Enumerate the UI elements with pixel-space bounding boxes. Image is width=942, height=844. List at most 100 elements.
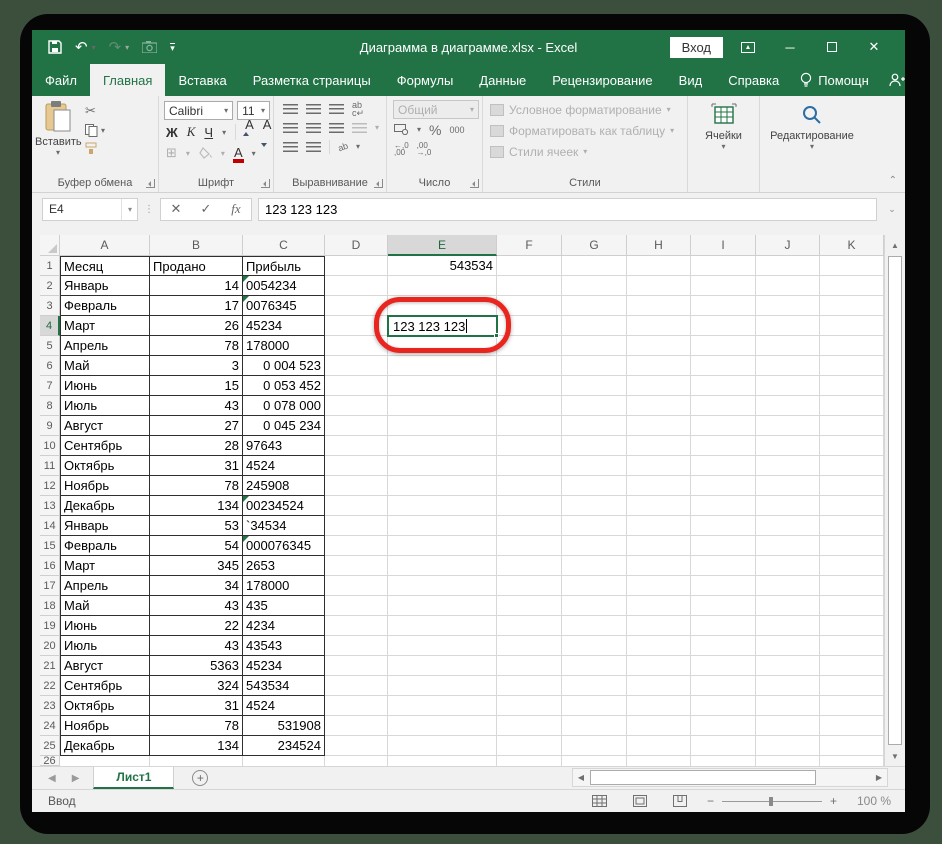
cell-H5[interactable] <box>627 336 691 356</box>
select-all-button[interactable] <box>40 235 60 256</box>
cell-C25[interactable]: 234524 <box>243 736 325 756</box>
bold-button[interactable]: Ж <box>166 125 178 140</box>
column-header-C[interactable]: C <box>243 235 325 256</box>
insert-function-button[interactable]: fx <box>221 201 251 217</box>
cell-D14[interactable] <box>325 516 388 536</box>
active-edit-cell[interactable]: 123 123 123 <box>387 315 498 337</box>
cell-G14[interactable] <box>562 516 627 536</box>
ribbon-tab-Вид[interactable]: Вид <box>666 64 716 96</box>
cell-G6[interactable] <box>562 356 627 376</box>
cell-A2[interactable]: Январь <box>60 276 150 296</box>
cell-A18[interactable]: Май <box>60 596 150 616</box>
cell-C10[interactable]: 97643 <box>243 436 325 456</box>
cell-D26[interactable] <box>325 756 388 766</box>
ribbon-tab-Разметка страницы[interactable]: Разметка страницы <box>240 64 384 96</box>
cell-F15[interactable] <box>497 536 562 556</box>
cell-J23[interactable] <box>756 696 820 716</box>
row-header-14[interactable]: 14 <box>40 516 60 536</box>
cell-C6[interactable]: 0 004 523 <box>243 356 325 376</box>
cell-J8[interactable] <box>756 396 820 416</box>
row-header-26[interactable]: 26 <box>40 756 60 766</box>
cell-D6[interactable] <box>325 356 388 376</box>
normal-view-icon[interactable] <box>592 795 607 807</box>
cell-B2[interactable]: 14 <box>150 276 243 296</box>
cell-K26[interactable] <box>820 756 884 766</box>
cell-D5[interactable] <box>325 336 388 356</box>
zoom-slider-thumb[interactable] <box>769 797 773 806</box>
ribbon-tab-Данные[interactable]: Данные <box>466 64 539 96</box>
cell-E19[interactable] <box>388 616 497 636</box>
cell-F22[interactable] <box>497 676 562 696</box>
cell-I23[interactable] <box>691 696 756 716</box>
cell-K12[interactable] <box>820 476 884 496</box>
name-box[interactable]: E4 ▾ <box>42 198 138 221</box>
align-left-icon[interactable] <box>283 123 298 133</box>
cell-B22[interactable]: 324 <box>150 676 243 696</box>
cell-G12[interactable] <box>562 476 627 496</box>
cell-I21[interactable] <box>691 656 756 676</box>
cell-D22[interactable] <box>325 676 388 696</box>
cell-E18[interactable] <box>388 596 497 616</box>
cell-H1[interactable] <box>627 256 691 276</box>
cell-B13[interactable]: 134 <box>150 496 243 516</box>
cell-F25[interactable] <box>497 736 562 756</box>
assistant-tab[interactable]: Помощн <box>792 72 877 88</box>
cell-D15[interactable] <box>325 536 388 556</box>
cells-button[interactable]: Ячейки ▾ <box>691 99 756 151</box>
cell-C23[interactable]: 4524 <box>243 696 325 716</box>
row-header-24[interactable]: 24 <box>40 716 60 736</box>
cell-A24[interactable]: Ноябрь <box>60 716 150 736</box>
cell-I15[interactable] <box>691 536 756 556</box>
cell-K16[interactable] <box>820 556 884 576</box>
cell-B20[interactable]: 43 <box>150 636 243 656</box>
cell-H4[interactable] <box>627 316 691 336</box>
row-header-4[interactable]: 4 <box>40 316 60 336</box>
row-header-1[interactable]: 1 <box>40 256 60 276</box>
cell-H21[interactable] <box>627 656 691 676</box>
cell-K5[interactable] <box>820 336 884 356</box>
cell-J22[interactable] <box>756 676 820 696</box>
cell-C11[interactable]: 4524 <box>243 456 325 476</box>
cell-H23[interactable] <box>627 696 691 716</box>
cell-A21[interactable]: Август <box>60 656 150 676</box>
cell-H10[interactable] <box>627 436 691 456</box>
cell-C8[interactable]: 0 078 000 <box>243 396 325 416</box>
row-header-11[interactable]: 11 <box>40 456 60 476</box>
row-header-9[interactable]: 9 <box>40 416 60 436</box>
cell-J26[interactable] <box>756 756 820 766</box>
cell-G13[interactable] <box>562 496 627 516</box>
cell-H12[interactable] <box>627 476 691 496</box>
cell-J19[interactable] <box>756 616 820 636</box>
cell-D13[interactable] <box>325 496 388 516</box>
cell-G2[interactable] <box>562 276 627 296</box>
cell-F18[interactable] <box>497 596 562 616</box>
cell-E3[interactable] <box>388 296 497 316</box>
cell-D20[interactable] <box>325 636 388 656</box>
cell-E21[interactable] <box>388 656 497 676</box>
cell-F2[interactable] <box>497 276 562 296</box>
cell-K1[interactable] <box>820 256 884 276</box>
cell-C1[interactable]: Прибыль <box>243 256 325 276</box>
cell-E7[interactable] <box>388 376 497 396</box>
cell-E26[interactable] <box>388 756 497 766</box>
cell-G23[interactable] <box>562 696 627 716</box>
copy-icon[interactable] <box>85 124 98 137</box>
increase-decimal-button[interactable]: ←,0,00 <box>394 142 409 156</box>
row-header-13[interactable]: 13 <box>40 496 60 516</box>
cell-A7[interactable]: Июнь <box>60 376 150 396</box>
cell-B9[interactable]: 27 <box>150 416 243 436</box>
row-header-20[interactable]: 20 <box>40 636 60 656</box>
undo-dropdown-icon[interactable]: ▾ <box>92 43 96 52</box>
cell-F8[interactable] <box>497 396 562 416</box>
cell-I24[interactable] <box>691 716 756 736</box>
cell-K9[interactable] <box>820 416 884 436</box>
cell-B16[interactable]: 345 <box>150 556 243 576</box>
cell-I17[interactable] <box>691 576 756 596</box>
wrap-text-icon[interactable]: abc↵ <box>352 101 364 117</box>
new-sheet-button[interactable]: + <box>192 770 208 786</box>
zoom-slider[interactable] <box>722 801 822 802</box>
cell-F19[interactable] <box>497 616 562 636</box>
horizontal-scroll-thumb[interactable] <box>590 770 816 785</box>
cell-A16[interactable]: Март <box>60 556 150 576</box>
scroll-up-icon[interactable]: ▲ <box>885 235 905 255</box>
